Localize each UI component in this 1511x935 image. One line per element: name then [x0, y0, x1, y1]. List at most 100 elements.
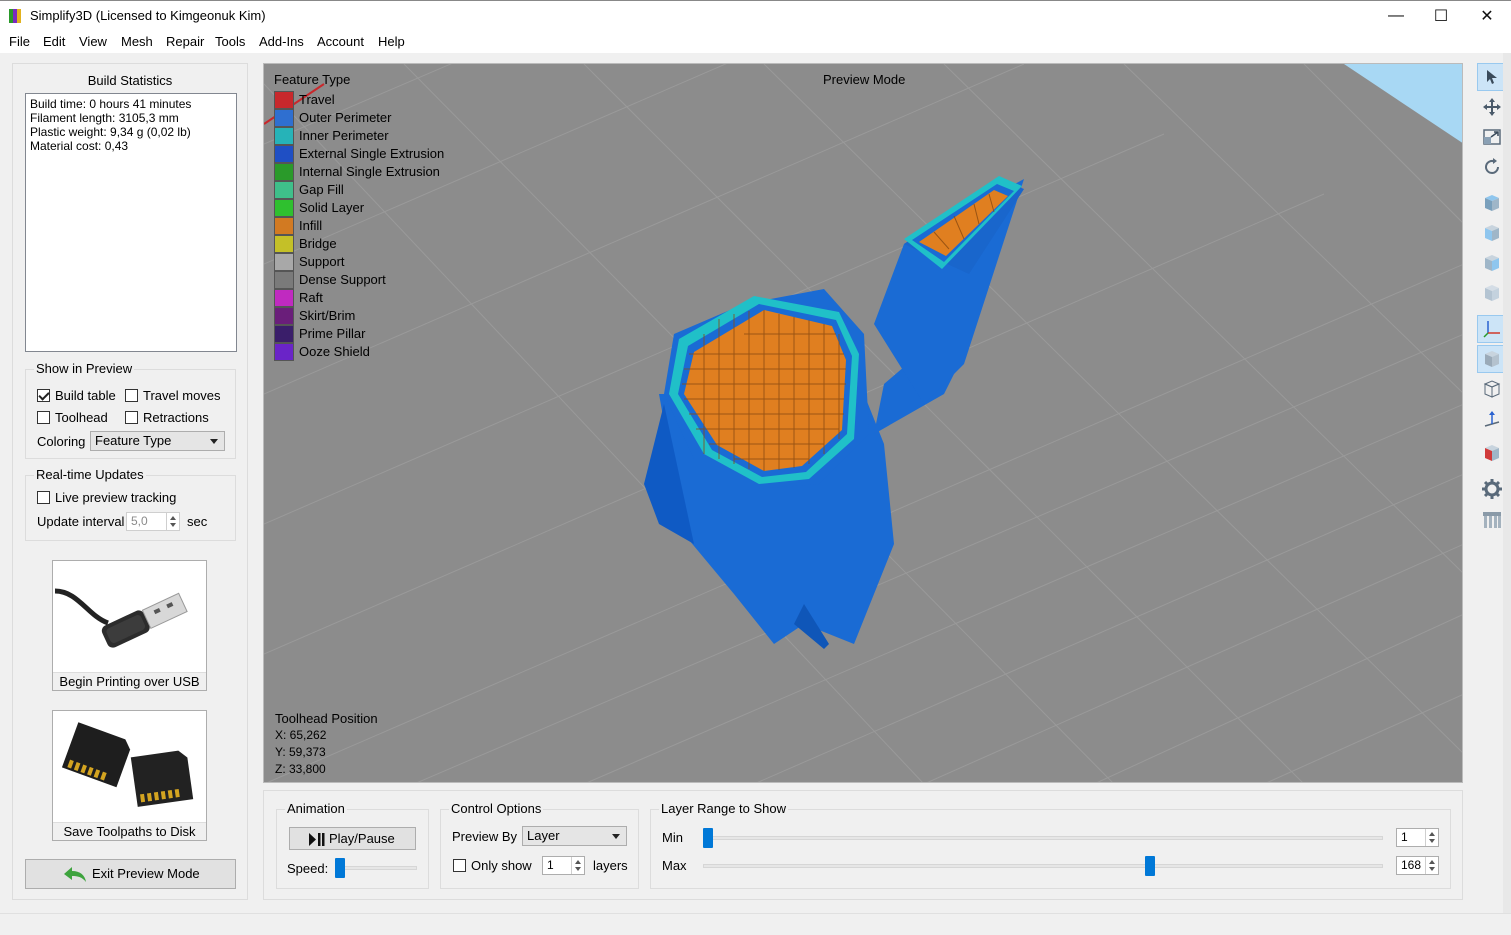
layer-min-input[interactable]: 1 [1396, 828, 1439, 847]
layer-min-label: Min [662, 830, 683, 845]
legend-swatch [274, 325, 294, 343]
legend-label: Travel [299, 92, 335, 107]
toolhead-x: X: 65,262 [275, 728, 327, 742]
legend-label: Bridge [299, 236, 337, 251]
play-pause-button[interactable]: Play/Pause [289, 827, 416, 850]
menu-file[interactable]: File [9, 34, 30, 49]
layer-min-value: 1 [1401, 830, 1408, 844]
legend-swatch [274, 127, 294, 145]
toolhead-y: Y: 59,373 [275, 745, 326, 759]
begin-printing-usb-button[interactable]: Begin Printing over USB [52, 560, 207, 691]
legend-swatch [274, 271, 294, 289]
legend-swatch [274, 109, 294, 127]
legend-label: Dense Support [299, 272, 386, 287]
sd-card-icon [61, 722, 194, 807]
legend-title: Feature Type [274, 72, 351, 87]
layers-label: layers [593, 858, 628, 873]
minimize-button[interactable]: — [1373, 1, 1419, 31]
layer-max-slider-track [703, 864, 1383, 868]
legend-label: Gap Fill [299, 182, 344, 197]
window-title: Simplify3D (Licensed to Kimgeonuk Kim) [30, 8, 266, 23]
toolhead-position-title: Toolhead Position [275, 711, 378, 726]
preview-mode-label: Preview Mode [823, 72, 906, 87]
layer-max-value: 168 [1401, 858, 1422, 872]
toolpath-model [644, 176, 1024, 649]
menu-account[interactable]: Account [317, 34, 364, 49]
speed-slider-track [337, 866, 417, 870]
build-table-checkbox[interactable] [37, 389, 50, 402]
close-button[interactable]: ✕ [1464, 1, 1510, 31]
menu-add-ins[interactable]: Add-Ins [259, 34, 304, 49]
layer-max-slider[interactable] [1145, 856, 1155, 876]
legend-label: Infill [299, 218, 323, 233]
animation-title: Animation [285, 801, 347, 816]
legend-label: Outer Perimeter [299, 110, 392, 125]
only-show-label: Only show [471, 858, 532, 873]
coloring-label: Coloring [37, 434, 86, 449]
only-show-layers-input[interactable]: 1 [542, 856, 585, 875]
menu-view[interactable]: View [79, 34, 107, 49]
coloring-select-value: Feature Type [95, 433, 172, 448]
legend-label: Internal Single Extrusion [299, 164, 440, 179]
menu-repair[interactable]: Repair [166, 34, 204, 49]
control-options-title: Control Options [449, 801, 544, 816]
legend-swatch [274, 145, 294, 163]
preview-by-select[interactable]: Layer [522, 826, 627, 846]
update-interval-label: Update interval [37, 514, 125, 529]
exit-preview-mode-button[interactable]: Exit Preview Mode [25, 859, 236, 889]
only-show-checkbox[interactable] [453, 859, 466, 872]
live-preview-tracking-checkbox[interactable] [37, 491, 50, 504]
vertical-scrollbar[interactable] [1503, 53, 1511, 913]
menu-mesh[interactable]: Mesh [121, 34, 153, 49]
menu-bar: File Edit View Mesh Repair Tools Add-Ins… [0, 31, 1511, 53]
speed-label: Speed: [287, 861, 329, 876]
legend-label: Support [299, 254, 345, 269]
layer-max-label: Max [662, 858, 687, 873]
legend-label: Solid Layer [299, 200, 365, 215]
legend-label: Skirt/Brim [299, 308, 356, 323]
chevron-down-icon [612, 834, 620, 839]
stat-plastic-weight: Plastic weight: 9,34 g (0,02 lb) [30, 125, 191, 139]
menu-edit[interactable]: Edit [43, 34, 65, 49]
retractions-checkbox[interactable] [125, 411, 138, 424]
layer-min-slider-track [703, 836, 1383, 840]
save-toolpaths-disk-label: Save Toolpaths to Disk [53, 822, 206, 840]
bottom-control-panel: Animation Play/Pause Speed: Control Opti… [263, 790, 1463, 900]
travel-moves-checkbox[interactable] [125, 389, 138, 402]
simplify3d-logo-icon [9, 9, 23, 23]
toolhead-checkbox[interactable] [37, 411, 50, 424]
update-interval-input[interactable]: 5,0 [126, 512, 180, 531]
legend-swatch [274, 217, 294, 235]
show-in-preview-title: Show in Preview [34, 361, 135, 376]
update-interval-unit: sec [187, 514, 208, 529]
animation-group: Animation Play/Pause Speed: [276, 801, 429, 889]
legend-swatch [274, 91, 294, 109]
build-statistics-box: Build time: 0 hours 41 minutes Filament … [25, 93, 237, 352]
control-options-group: Control Options Preview By Layer Only sh… [440, 801, 639, 889]
preview-by-value: Layer [527, 828, 560, 843]
toolhead-z: Z: 33,800 [275, 762, 326, 776]
toolhead-position: Toolhead Position X: 65,262 Y: 59,373 Z:… [275, 710, 378, 778]
build-table-label: Build table [55, 388, 116, 403]
stat-build-time: Build time: 0 hours 41 minutes [30, 97, 192, 111]
spinner-arrows-icon [1425, 829, 1438, 846]
maximize-button[interactable]: ☐ [1418, 1, 1464, 31]
legend-swatch [274, 163, 294, 181]
coloring-select[interactable]: Feature Type [90, 431, 225, 451]
preview-viewport[interactable]: Feature Type Preview Mode Travel Outer P… [263, 63, 1463, 783]
layer-min-slider[interactable] [703, 828, 713, 848]
menu-help[interactable]: Help [378, 34, 405, 49]
legend-swatch [274, 235, 294, 253]
layer-range-title: Layer Range to Show [659, 801, 789, 816]
save-toolpaths-disk-button[interactable]: Save Toolpaths to Disk [52, 710, 207, 841]
menu-tools[interactable]: Tools [215, 34, 245, 49]
usb-cable-icon [54, 588, 188, 648]
legend-swatch [274, 289, 294, 307]
legend-swatch [274, 307, 294, 325]
chevron-down-icon [210, 439, 218, 444]
legend-label: Raft [299, 290, 323, 305]
layer-max-input[interactable]: 168 [1396, 856, 1439, 875]
realtime-updates-title: Real-time Updates [34, 467, 146, 482]
speed-slider[interactable] [335, 858, 345, 878]
exit-preview-mode-label: Exit Preview Mode [92, 866, 200, 881]
